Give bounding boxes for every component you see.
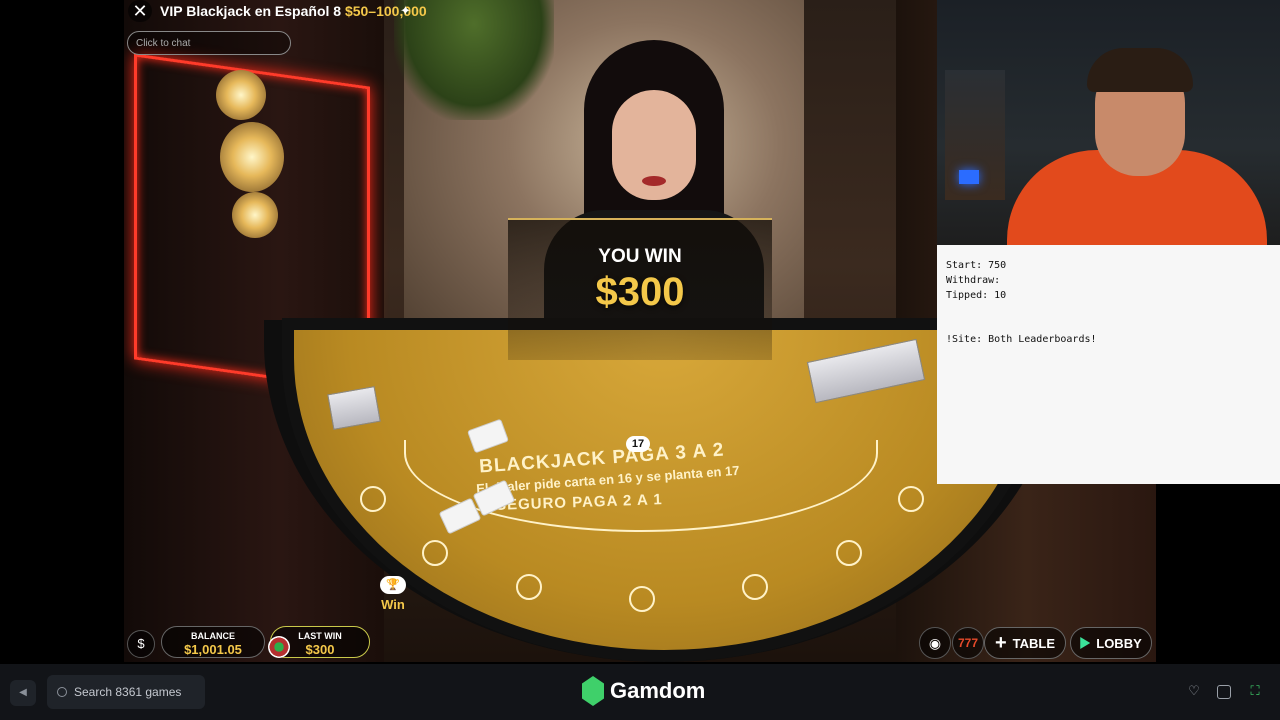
game-title-text: VIP Blackjack en Español 8 bbox=[160, 3, 342, 19]
cam-background-light bbox=[959, 170, 979, 184]
brand-logo[interactable]: Gamdom bbox=[582, 676, 705, 706]
game-title: VIP Blackjack en Español 8 $50–100,000 bbox=[160, 3, 427, 19]
close-icon[interactable]: ✕ bbox=[128, 0, 152, 22]
brand-name: Gamdom bbox=[610, 678, 706, 703]
seat-spot bbox=[836, 540, 862, 566]
pin-icon[interactable]: ✦ bbox=[400, 3, 411, 19]
heart-icon[interactable]: ♡ bbox=[1186, 683, 1202, 699]
seat-spot bbox=[742, 574, 768, 600]
win-banner: YOU WIN $300 bbox=[508, 218, 772, 360]
stat-start: Start: 750 bbox=[946, 260, 1007, 271]
lobby-button-label: LOBBY bbox=[1096, 635, 1142, 651]
table-limits: $50–100,000 bbox=[344, 3, 427, 19]
search-icon bbox=[57, 687, 67, 697]
seat-result-label: Win bbox=[381, 597, 405, 612]
seat-spot bbox=[516, 574, 542, 600]
search-input[interactable]: Search 8361 games bbox=[47, 675, 205, 709]
collapse-icon[interactable]: ◀ bbox=[10, 680, 36, 706]
hand-score: 17 bbox=[626, 436, 650, 452]
stats-overlay: Start: 750 Withdraw: Tipped: 10 !Site: B… bbox=[937, 245, 1280, 484]
site-bottom-bar: ◀ Search 8361 games Gamdom ♡ ⛶ bbox=[0, 664, 1280, 720]
table-button-label: TABLE bbox=[1012, 635, 1056, 651]
dollar-icon[interactable]: $ bbox=[127, 630, 155, 658]
eye-icon[interactable]: ◉ bbox=[919, 627, 951, 659]
seat-spot bbox=[629, 586, 655, 612]
streamer-hair bbox=[1087, 48, 1193, 92]
trophy-icon: 🏆 bbox=[380, 576, 406, 594]
wall-lamp bbox=[220, 122, 284, 192]
balance-value: $1,001.05 bbox=[184, 642, 242, 657]
seat-spot bbox=[898, 486, 924, 512]
wall-lamp bbox=[216, 70, 266, 120]
lobby-icon bbox=[1080, 637, 1091, 649]
seat-spot bbox=[422, 540, 448, 566]
table-button[interactable]: + TABLE bbox=[984, 627, 1066, 659]
balance-display: BALANCE $1,001.05 bbox=[161, 626, 265, 658]
streamer-webcam bbox=[937, 0, 1280, 245]
wall-lamp bbox=[232, 192, 278, 238]
balance-label: BALANCE bbox=[191, 631, 235, 641]
seat-result: 🏆 Win bbox=[380, 576, 406, 612]
theater-mode-icon[interactable] bbox=[1217, 685, 1231, 699]
fullscreen-icon[interactable]: ⛶ bbox=[1247, 683, 1263, 699]
gamdom-logo-icon bbox=[582, 676, 604, 706]
win-amount: $300 bbox=[595, 270, 685, 314]
search-placeholder: Search 8361 games bbox=[74, 685, 182, 699]
stat-withdraw: Withdraw: bbox=[946, 275, 1001, 286]
lobby-button[interactable]: LOBBY bbox=[1070, 627, 1152, 659]
slots-button[interactable]: 777 bbox=[952, 627, 984, 659]
win-title: YOU WIN bbox=[598, 246, 682, 267]
plus-icon: + bbox=[994, 632, 1007, 654]
chip-icon bbox=[268, 636, 290, 658]
stat-tipped: Tipped: 10 bbox=[946, 290, 1007, 301]
chat-input[interactable]: Click to chat bbox=[127, 31, 291, 55]
seat-spot bbox=[360, 486, 386, 512]
stat-command: !Site: Both Leaderboards! bbox=[946, 334, 1097, 345]
